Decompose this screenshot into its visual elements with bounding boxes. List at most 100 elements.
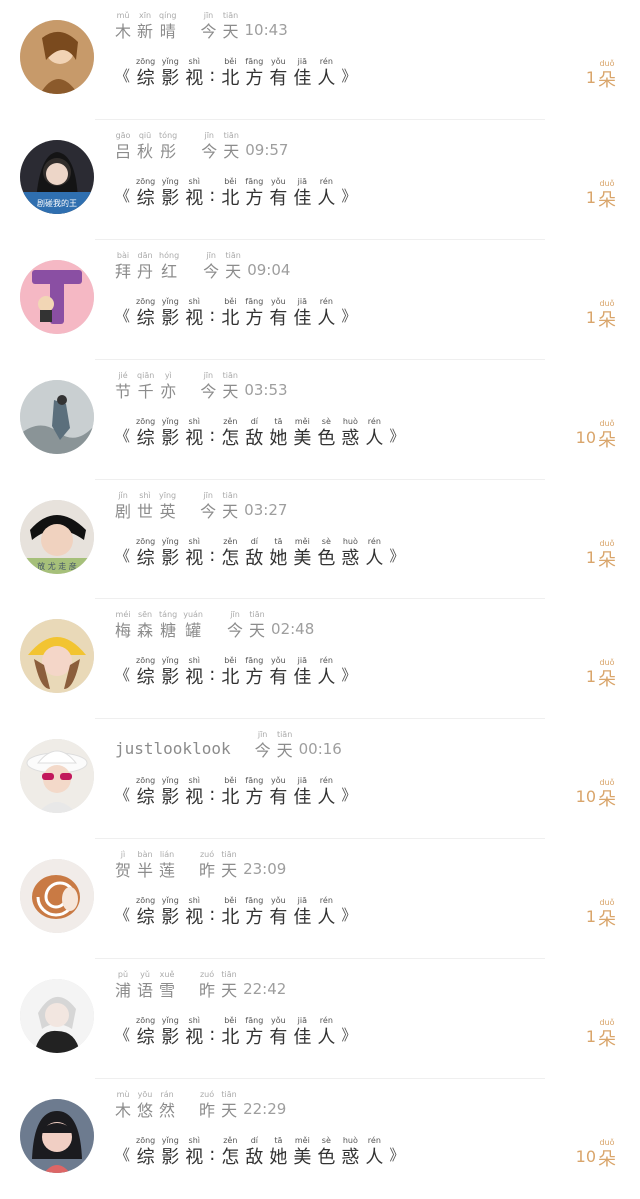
feed-row[interactable]: mù 木 yōu 悠 rán 然 zuó 昨 tiān 天 22:29 《 zōng 综 yǐng 影 shì 视… (0, 1079, 640, 1199)
hanzi-character: 有 (269, 307, 288, 329)
user-name-char: dān 丹 (137, 251, 153, 280)
feed-row[interactable]: 剧碰我的王 gāo 吕 qiū 秋 tóng 彤 jīn 今 tiān 天 09:57 《 zōng 综 yǐ… (0, 120, 640, 240)
hanzi-character: 人 (317, 667, 336, 689)
user-name-char: xīn 新 (137, 12, 153, 40)
pinyin-annotation: rén (319, 176, 333, 186)
user-name-char: yǔ 语 (137, 971, 153, 999)
pinyin-annotation: jié (118, 370, 128, 380)
book-title[interactable]: 《 zōng 综 yǐng 影 shì 视: běi 北 fāng 方 yǒu 有 jiā 佳 rén 人》 (115, 657, 356, 687)
pinyin-annotation: mù (116, 1090, 130, 1100)
day-char: jīn 今 (255, 731, 271, 759)
book-title-char: běi 北 (221, 777, 239, 807)
feed-row[interactable]: jié 节 qiān 千 yì 亦 jīn 今 tiān 天 03:53 《 zōng 综 yǐng 影 shì… (0, 360, 640, 480)
flower-count: 1 duǒ 朵 (586, 179, 616, 210)
time-value: 00:16 (298, 740, 342, 759)
avatar-dark-hair[interactable]: 剧碰我的王 (20, 139, 94, 214)
pinyin-annotation: běi (224, 776, 237, 786)
avatar-warm-portrait[interactable] (20, 20, 94, 94)
timestamp: zuó 昨 tiān 天 23:09 (199, 851, 286, 879)
user-name[interactable]: pǔ 浦 yǔ 语 xuě 雪 (115, 971, 175, 999)
day-char: zuó 昨 (199, 971, 215, 999)
day-label: jīn 今 tiān 天 (200, 490, 238, 520)
hanzi-character: 悠 (137, 1101, 154, 1121)
pinyin-annotation: huò (342, 416, 358, 426)
pinyin-annotation: shì (188, 57, 200, 66)
feed-row[interactable]: 放 尤 走 彦 jǐn 剧 shì 世 yīng 英 jīn 今 tiān 天 03:27 《 zōng 综… (0, 480, 640, 600)
pinyin-annotation: jīn (203, 370, 214, 380)
book-title-char: měi 美 (293, 537, 311, 568)
avatar-letter-t[interactable] (20, 259, 94, 334)
book-title[interactable]: 《 zōng 综 yǐng 影 shì 视: zěn 怎 dí 敌 tā 她 měi 美 sè 色 huò 惑 rén… (115, 1137, 404, 1167)
book-title-char: zěn 怎 (221, 417, 239, 448)
book-title[interactable]: 《 zōng 综 yǐng 影 shì 视: běi 北 fāng 方 yǒu 有 jiā 佳 rén 人》 (115, 1017, 356, 1047)
pinyin-annotation: lián (159, 850, 175, 860)
user-name[interactable]: méi 梅 sēn 森 táng 糖 yuán 罐 (115, 611, 203, 639)
pinyin-annotation: rén (319, 57, 333, 66)
avatar-girl-bangs[interactable] (20, 1099, 94, 1174)
pinyin-annotation: yōu (137, 1090, 153, 1100)
avatar-boy-green[interactable]: 放 尤 走 彦 (20, 499, 94, 574)
day-char: tiān 天 (221, 971, 237, 999)
book-title-char: shì 视 (185, 657, 203, 687)
day-label: zuó 昨 tiān 天 (199, 1091, 237, 1119)
book-title-char: yǒu 有 (269, 657, 287, 687)
book-title[interactable]: 《 zōng 综 yǐng 影 shì 视: běi 北 fāng 方 yǒu 有 jiā 佳 rén 人》 (115, 777, 356, 807)
user-name[interactable]: mù 木 yōu 悠 rán 然 (115, 1091, 175, 1119)
pinyin-annotation: zōng (136, 656, 156, 666)
hanzi-character: 贺 (115, 861, 132, 881)
book-title-char: shì 视 (185, 177, 203, 208)
feed-row[interactable]: bài 拜 dān 丹 hóng 红 jīn 今 tiān 天 09:04 《 zōng 综 yǐng 影 sh… (0, 240, 640, 360)
book-title[interactable]: 《 zōng 综 yǐng 影 shì 视: běi 北 fāng 方 yǒu 有 jiā 佳 rén 人》 (115, 296, 356, 329)
user-name[interactable]: bài 拜 dān 丹 hóng 红 (115, 251, 179, 280)
book-title[interactable]: 《 zōng 综 yǐng 影 shì 视: běi 北 fāng 方 yǒu 有 jiā 佳 rén 人》 (115, 897, 356, 927)
pinyin-annotation: zuó (199, 850, 215, 860)
hanzi-character: 有 (269, 1027, 288, 1049)
user-name[interactable]: justlooklook (115, 739, 231, 759)
day-label: jīn 今 tiān 天 (200, 370, 238, 400)
hanzi-character: 昨 (199, 981, 216, 1001)
hanzi-character: 天 (221, 1101, 238, 1121)
book-title-char: běi 北 (221, 58, 239, 88)
avatar-anime-boy[interactable] (20, 979, 94, 1054)
pinyin-annotation: yǒu (270, 896, 286, 906)
pinyin-annotation: běi (224, 296, 237, 306)
pinyin-annotation: tiān (249, 610, 265, 620)
book-title-char: běi 北 (221, 897, 239, 927)
avatar-yellow-hat[interactable] (20, 619, 94, 694)
hanzi-character: 莲 (159, 861, 176, 881)
feed-row[interactable]: mǔ 木 xīn 新 qíng 晴 jīn 今 tiān 天 10:43 《 zōng 综 yǐng 影 shì… (0, 0, 640, 120)
hanzi-character: 综 (136, 307, 155, 329)
user-name[interactable]: jǐn 剧 shì 世 yīng 英 (115, 491, 176, 520)
user-name-char: hóng 红 (159, 251, 179, 280)
avatar-sunglasses-hat[interactable] (20, 739, 94, 814)
flower-count-number: 1 (585, 907, 596, 927)
user-name[interactable]: jié 节 qiān 千 yì 亦 (115, 370, 176, 400)
book-title-char: měi 美 (293, 1137, 311, 1167)
book-title[interactable]: 《 zōng 综 yǐng 影 shì 视: zěn 怎 dí 敌 tā 她 měi 美 sè 色 huò 惑 rén… (115, 416, 404, 448)
book-title-char: yǐng 影 (161, 897, 179, 927)
avatar-nautilus-shell[interactable] (20, 859, 94, 934)
feed-row[interactable]: justlooklook jīn 今 tiān 天 00:16 《 zōng 综 yǐng 影 shì… (0, 719, 640, 840)
book-title[interactable]: 《 zōng 综 yǐng 影 shì 视: běi 北 fāng 方 yǒu 有 jiā 佳 rén 人》 (115, 176, 356, 208)
hanzi-character: 人 (317, 1027, 336, 1049)
feed-row[interactable]: jì 贺 bàn 半 lián 莲 zuó 昨 tiān 天 23:09 《 zōng 综 yǐng 影 shì… (0, 839, 640, 960)
feed-row[interactable]: pǔ 浦 yǔ 语 xuě 雪 zuó 昨 tiān 天 22:42 《 zōng 综 yǐng 影 shì 视:… (0, 959, 640, 1080)
feed-row[interactable]: méi 梅 sēn 森 táng 糖 yuán 罐 jīn 今 tiān 天 02:48 《 zōng 综 yǐ… (0, 599, 640, 720)
user-name[interactable]: mǔ 木 xīn 新 qíng 晴 (115, 12, 176, 40)
user-name-char: méi 梅 (115, 611, 131, 639)
pinyin-annotation: tā (274, 536, 283, 546)
day-label: jīn 今 tiān 天 (227, 611, 265, 639)
user-name[interactable]: gāo 吕 qiū 秋 tóng 彤 (115, 131, 177, 160)
day-char: jīn 今 (200, 370, 216, 400)
pinyin-annotation: měi (294, 1136, 310, 1146)
book-title[interactable]: 《 zōng 综 yǐng 影 shì 视: běi 北 fāng 方 yǒu 有 jiā 佳 rén 人》 (115, 58, 356, 88)
pinyin-annotation: yǔ (140, 970, 150, 980)
user-name[interactable]: jì 贺 bàn 半 lián 莲 (115, 851, 175, 879)
book-title-char: sè 色 (317, 537, 335, 568)
avatar-ink-painting[interactable] (20, 379, 94, 454)
hanzi-character: 影 (161, 1147, 180, 1169)
gift-feed-list: mǔ 木 xīn 新 qíng 晴 jīn 今 tiān 天 10:43 《 zōng 综 yǐng 影 shì… (0, 0, 640, 1199)
pinyin-annotation: tiān (222, 490, 238, 500)
book-title[interactable]: 《 zōng 综 yǐng 影 shì 视: zěn 怎 dí 敌 tā 她 měi 美 sè 色 huò 惑 rén… (115, 536, 404, 568)
user-name-char: jié 节 (115, 370, 131, 400)
